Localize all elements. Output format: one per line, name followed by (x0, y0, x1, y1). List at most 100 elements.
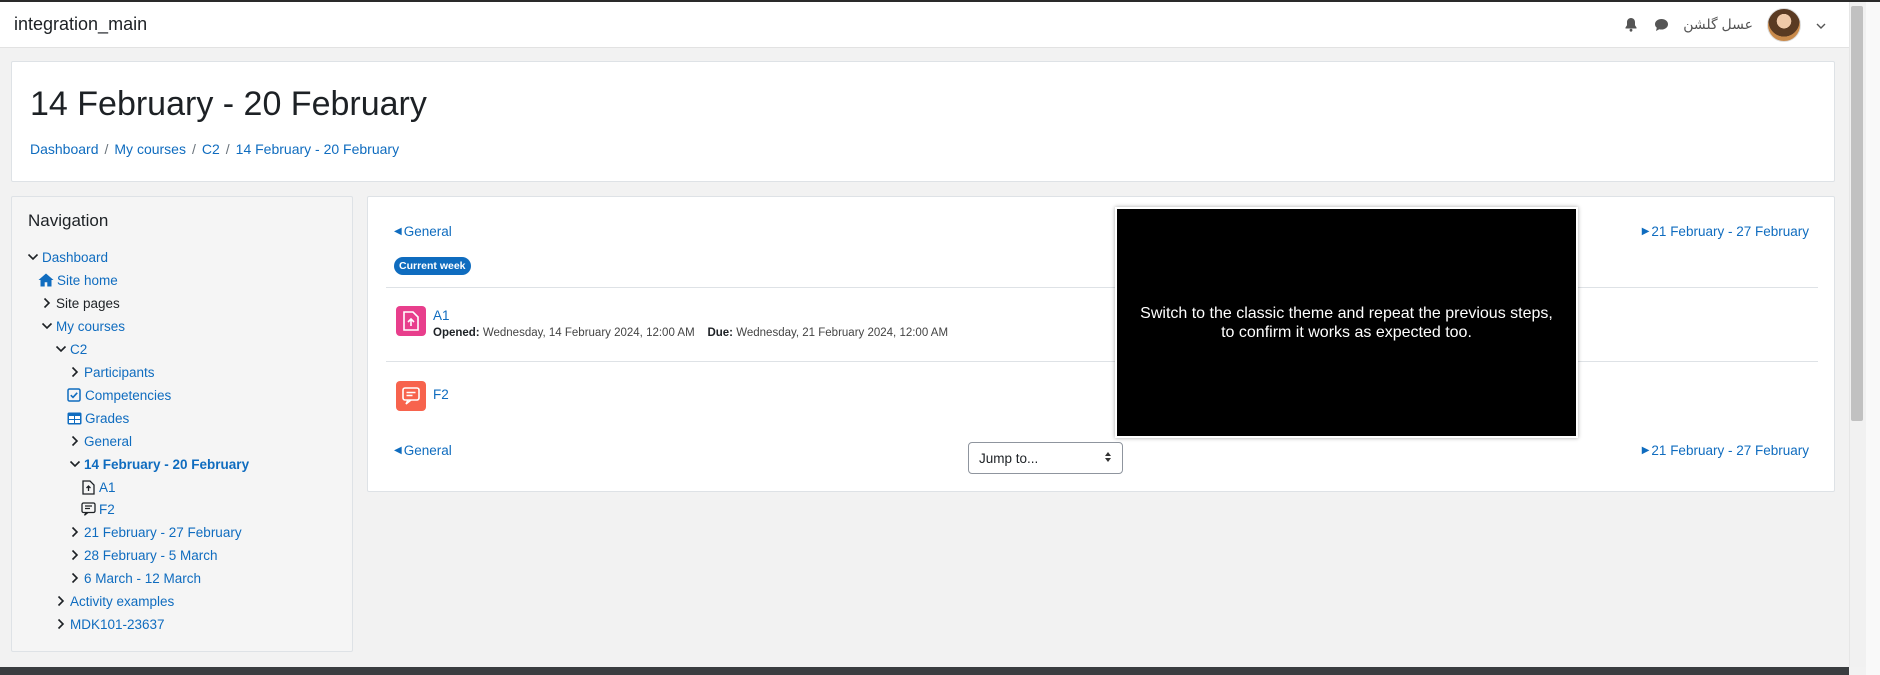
next-section-label[interactable]: 21 February - 27 February (1651, 224, 1809, 239)
chevron-down-icon[interactable] (1815, 19, 1827, 31)
prev-section-link-bottom[interactable]: ◀ General (394, 443, 452, 458)
nav-item-site-pages[interactable]: Site pages (40, 293, 120, 313)
home-icon (38, 272, 54, 288)
scrollbar-thumb[interactable] (1851, 6, 1863, 421)
nav-item-section-6-mar[interactable]: 6 March - 12 March (68, 568, 201, 588)
tour-message: Switch to the classic theme and repeat t… (1140, 304, 1553, 341)
chevron-down-icon[interactable] (54, 342, 68, 356)
chevron-right-icon[interactable] (54, 594, 68, 608)
nav-item-grades[interactable]: Grades (66, 408, 129, 428)
nav-item-label[interactable]: My courses (56, 319, 125, 334)
nav-item-section-21-feb[interactable]: 21 February - 27 February (68, 522, 242, 542)
next-section-label[interactable]: 21 February - 27 February (1651, 443, 1809, 458)
nav-item-label[interactable]: Grades (85, 411, 129, 426)
page-title: 14 February - 20 February (30, 85, 427, 123)
prev-section-link[interactable]: ◀ General (394, 224, 452, 239)
nav-item-label[interactable]: Site pages (56, 296, 120, 311)
site-brand[interactable]: integration_main (14, 14, 147, 35)
assignment-icon (396, 306, 426, 336)
breadcrumb-separator: / (191, 141, 196, 157)
nav-item-label[interactable]: Dashboard (42, 250, 108, 265)
nav-item-competencies[interactable]: Competencies (66, 385, 171, 405)
breadcrumb-section[interactable]: 14 February - 20 February (236, 141, 399, 157)
opened-label: Opened: (433, 327, 480, 339)
triangle-right-icon: ▶ (1641, 445, 1650, 456)
nav-item-label[interactable]: MDK101-23637 (70, 617, 165, 632)
nav-item-label[interactable]: 6 March - 12 March (84, 571, 201, 586)
nav-item-section-28-feb[interactable]: 28 February - 5 March (68, 545, 218, 565)
nav-item-label[interactable]: A1 (99, 480, 116, 495)
nav-item-general[interactable]: General (68, 431, 132, 451)
breadcrumb: Dashboard / My courses / C2 / 14 Februar… (30, 141, 399, 157)
nav-item-label[interactable]: Activity examples (70, 594, 174, 609)
activity-f2-link[interactable]: F2 (433, 387, 449, 402)
bell-icon[interactable] (1623, 17, 1639, 33)
user-tour-popover[interactable]: Switch to the classic theme and repeat t… (1115, 207, 1578, 438)
course-section-card: ◀ General ▶ 21 February - 27 February Cu… (367, 196, 1835, 492)
next-section-link[interactable]: ▶ 21 February - 27 February (1642, 224, 1809, 239)
current-week-badge: Current week (394, 257, 471, 275)
nav-item-label[interactable]: F2 (99, 502, 115, 517)
next-section-link-bottom[interactable]: ▶ 21 February - 27 February (1642, 443, 1809, 458)
top-navbar: integration_main عسل گلشن (0, 2, 1849, 48)
due-date: Wednesday, 21 February 2024, 12:00 AM (736, 327, 949, 339)
select-arrows-icon (1104, 451, 1112, 466)
feedback-icon (80, 501, 96, 517)
nav-item-label[interactable]: C2 (70, 342, 87, 357)
breadcrumb-dashboard[interactable]: Dashboard (30, 141, 99, 157)
chevron-right-icon[interactable] (68, 525, 82, 539)
nav-item-dashboard[interactable]: Dashboard (26, 247, 108, 267)
chevron-right-icon[interactable] (54, 617, 68, 631)
nav-item-label[interactable]: 21 February - 27 February (84, 525, 242, 540)
breadcrumb-course[interactable]: C2 (202, 141, 220, 157)
page-footer-bar (0, 667, 1849, 675)
chevron-down-icon[interactable] (26, 250, 40, 264)
nav-item-my-courses[interactable]: My courses (40, 316, 125, 336)
chevron-right-icon[interactable] (68, 434, 82, 448)
checkbox-icon (66, 387, 82, 403)
nav-item-current-section[interactable]: 14 February - 20 February (68, 454, 249, 474)
chevron-down-icon[interactable] (40, 319, 54, 333)
table-icon (66, 410, 82, 426)
nav-item-site-home[interactable]: Site home (38, 270, 118, 290)
nav-item-activity-examples[interactable]: Activity examples (54, 591, 174, 611)
chat-icon[interactable] (1653, 17, 1669, 33)
nav-item-label[interactable]: Competencies (85, 388, 171, 403)
opened-date: Wednesday, 14 February 2024, 12:00 AM (482, 327, 695, 339)
navigation-block: Navigation Dashboard Site home Site page… (11, 196, 353, 652)
feedback-icon (396, 381, 426, 411)
due-label: Due: (707, 327, 734, 339)
nav-item-label[interactable]: 14 February - 20 February (84, 457, 249, 472)
nav-item-label[interactable]: Site home (57, 273, 118, 288)
assignment-icon (80, 479, 96, 495)
breadcrumb-my-courses[interactable]: My courses (114, 141, 186, 157)
window-right-edge (1866, 2, 1880, 675)
nav-item-f2[interactable]: F2 (80, 499, 115, 519)
chevron-down-icon[interactable] (68, 457, 82, 471)
prev-section-label[interactable]: General (404, 443, 452, 458)
divider (386, 287, 1818, 288)
navigation-title: Navigation (28, 211, 109, 230)
nav-item-course-c2[interactable]: C2 (54, 339, 87, 359)
navbar-user-area: عسل گلشن (1623, 7, 1835, 42)
chevron-right-icon[interactable] (68, 548, 82, 562)
nav-item-participants[interactable]: Participants (68, 362, 155, 382)
breadcrumb-separator: / (104, 141, 109, 157)
jump-to-select[interactable]: Jump to... (968, 442, 1123, 474)
activity-a1-link[interactable]: A1 (433, 308, 450, 323)
chevron-right-icon[interactable] (40, 296, 54, 310)
nav-item-label[interactable]: 28 February - 5 March (84, 548, 218, 563)
avatar[interactable] (1767, 7, 1801, 42)
nav-item-a1[interactable]: A1 (80, 477, 116, 497)
page-header: 14 February - 20 February Dashboard / My… (11, 61, 1835, 182)
chevron-right-icon[interactable] (68, 365, 82, 379)
user-name[interactable]: عسل گلشن (1683, 16, 1753, 33)
activity-a1-dates: Opened: Wednesday, 14 February 2024, 12:… (433, 327, 948, 339)
prev-section-label[interactable]: General (404, 224, 452, 239)
chevron-right-icon[interactable] (68, 571, 82, 585)
triangle-right-icon: ▶ (1641, 226, 1650, 237)
nav-item-mdk101[interactable]: MDK101-23637 (54, 614, 165, 634)
divider (386, 361, 1818, 362)
nav-item-label[interactable]: General (84, 434, 132, 449)
nav-item-label[interactable]: Participants (84, 365, 155, 380)
